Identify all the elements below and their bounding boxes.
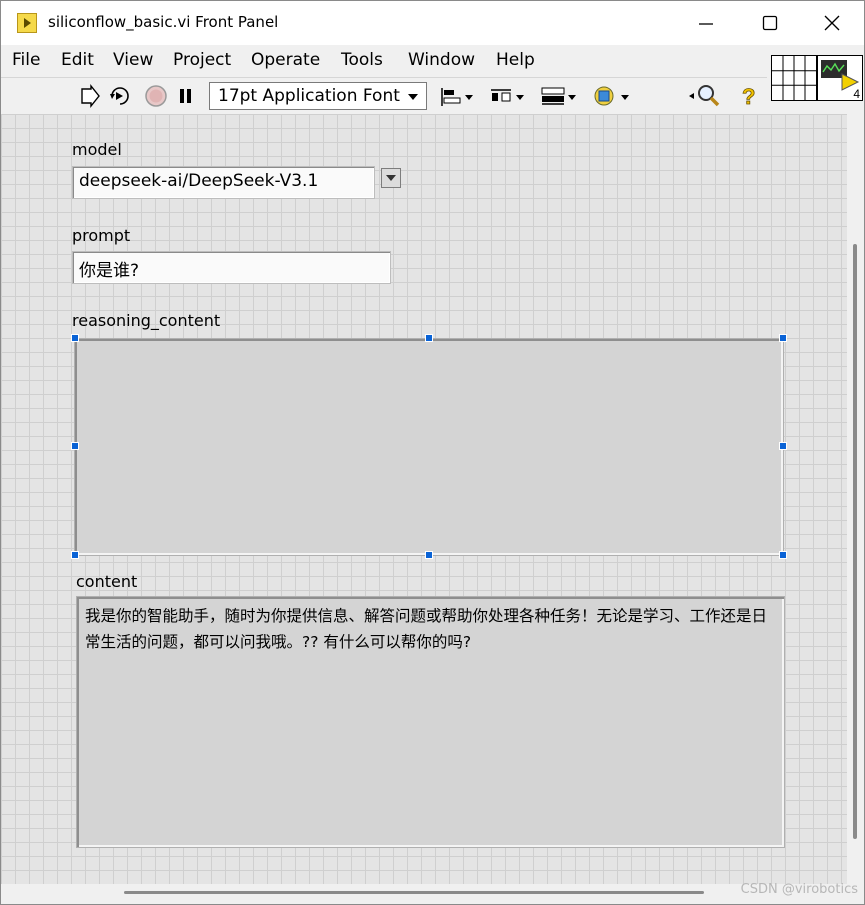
font-dropdown-value: 17pt Application Font [218,86,400,106]
search-icon[interactable] [687,82,721,110]
distribute-objects-icon[interactable] [489,82,525,110]
vertical-scrollbar-thumb[interactable] [853,244,857,839]
selection-handle-bottom-left[interactable] [71,551,79,559]
menu-tools[interactable]: Tools [341,50,383,70]
reasoning-content-label: reasoning_content [72,311,221,330]
run-continuously-icon[interactable] [107,82,133,110]
horizontal-scrollbar[interactable] [1,884,847,904]
align-objects-icon[interactable] [438,82,474,110]
window-title: siliconflow_basic.vi Front Panel [48,13,279,31]
model-value: deepseek-ai/DeepSeek-V3.1 [79,171,319,191]
menu-file[interactable]: File [12,50,40,70]
menu-window[interactable]: Window [408,50,475,70]
title-bar: siliconflow_basic.vi Front Panel [1,1,864,45]
labview-vi-icon [17,13,37,33]
menu-bar: File Edit View Project Operate Tools Win… [1,45,764,75]
selection-handle-left[interactable] [71,442,79,450]
prompt-label: prompt [72,226,131,245]
menu-project[interactable]: Project [173,50,231,70]
selection-handle-bottom[interactable] [425,551,433,559]
chevron-down-icon [386,175,396,181]
selection-handle-top-right[interactable] [779,334,787,342]
content-label: content [76,572,138,591]
reasoning-content-indicator[interactable] [74,338,784,556]
content-value: 我是你的智能助手，随时为你提供信息、解答问题或帮助你处理各种任务！无论是学习、工… [85,607,768,651]
model-combo-box[interactable]: deepseek-ai/DeepSeek-V3.1 [72,166,375,199]
vertical-scrollbar[interactable] [847,114,864,884]
chevron-down-icon [408,94,418,100]
selection-handle-top[interactable] [425,334,433,342]
menu-operate[interactable]: Operate [251,50,320,70]
vi-icon[interactable]: 4 [817,55,863,101]
abort-execution-icon[interactable] [144,82,168,110]
maximize-button[interactable] [738,1,802,45]
svg-text:?: ? [742,84,755,109]
minimize-button[interactable] [674,1,738,45]
watermark: CSDN @virobotics [740,882,858,897]
resize-objects-icon[interactable] [539,82,577,110]
model-dropdown-button[interactable] [381,168,401,188]
selection-handle-top-left[interactable] [71,334,79,342]
selection-handle-right[interactable] [779,442,787,450]
close-button[interactable] [800,1,864,45]
front-panel-window: siliconflow_basic.vi Front Panel File Ed… [0,0,865,905]
menu-edit[interactable]: Edit [61,50,94,70]
help-icon[interactable]: ? [739,82,759,110]
model-label: model [72,140,122,159]
reorder-objects-icon[interactable] [593,82,631,110]
font-dropdown[interactable]: 17pt Application Font [209,82,427,110]
front-panel-canvas[interactable]: model deepseek-ai/DeepSeek-V3.1 prompt 你… [1,114,847,884]
pause-icon[interactable] [177,82,195,110]
run-arrow-icon[interactable] [79,82,101,110]
prompt-value: 你是谁? [79,261,140,281]
connector-pane-icon[interactable] [771,55,817,101]
content-indicator[interactable]: 我是你的智能助手，随时为你提供信息、解答问题或帮助你处理各种任务！无论是学习、工… [76,596,785,848]
connector-terminal-count: 4 [853,87,860,101]
selection-handle-bottom-right[interactable] [779,551,787,559]
menu-help[interactable]: Help [496,50,535,70]
horizontal-scrollbar-thumb[interactable] [124,891,704,894]
menu-view[interactable]: View [113,50,153,70]
prompt-input[interactable]: 你是谁? [72,251,391,284]
toolbar: 17pt Application Font ? [1,77,767,114]
